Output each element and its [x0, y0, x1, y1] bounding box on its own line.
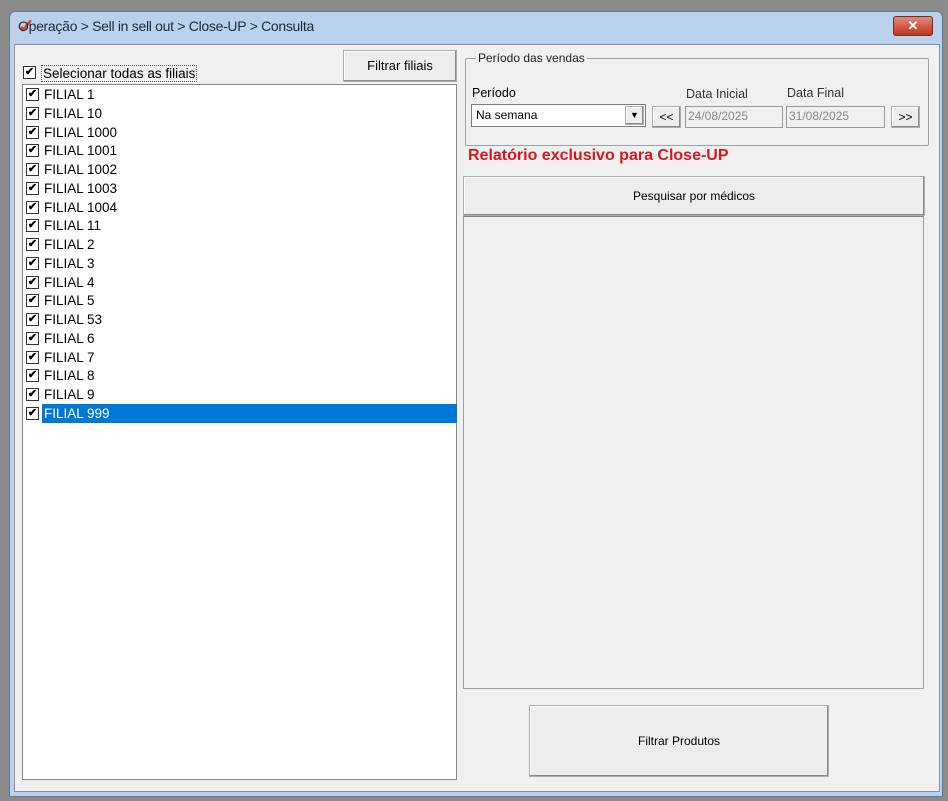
checkbox-checked-icon[interactable]: ✔ — [26, 275, 39, 289]
branch-label: FILIAL 2 — [44, 237, 95, 252]
branch-list-item[interactable]: ✔ FILIAL 1001 — [23, 141, 456, 160]
branch-list-item[interactable]: ✔ FILIAL 6 — [23, 329, 456, 348]
filter-branches-button[interactable]: Filtrar filiais — [343, 50, 457, 82]
period-select-value: Na semana — [476, 108, 538, 122]
branch-label: FILIAL 1001 — [44, 143, 118, 159]
branch-list-item[interactable]: ✔ FILIAL 1 — [23, 85, 456, 104]
check-icon: ✔ — [23, 66, 36, 79]
branch-label: FILIAL 9 — [44, 387, 95, 402]
checkbox-checked-icon[interactable]: ✔ — [26, 350, 39, 364]
branch-list-item[interactable]: ✔ FILIAL 53 — [23, 310, 456, 329]
branch-list-item[interactable]: ✔ FILIAL 999 — [23, 403, 457, 423]
checkbox-checked-icon[interactable]: ✔ — [26, 313, 39, 326]
branch-list-item[interactable]: ✔ FILIAL 1003 — [23, 179, 456, 198]
sales-period-group-label: Período das vendas — [476, 51, 587, 65]
branch-list-item[interactable]: ✔ FILIAL 1004 — [23, 198, 456, 217]
branch-label: FILIAL 53 — [44, 312, 103, 327]
branch-label: FILIAL 7 — [44, 349, 95, 365]
branch-label: FILIAL 10 — [44, 105, 103, 121]
checkbox-checked-icon[interactable]: ✔ — [26, 388, 39, 401]
close-button[interactable]: ✕ — [893, 16, 933, 36]
sales-period-group — [465, 58, 929, 146]
select-all-label[interactable]: Selecionar todas as filiais — [41, 65, 198, 82]
period-label: Período — [472, 86, 516, 100]
branch-label: FILIAL 1 — [44, 87, 95, 102]
branch-list-item[interactable]: ✔ FILIAL 10 — [23, 104, 456, 123]
branch-list-item[interactable]: ✔ FILIAL 1002 — [23, 160, 456, 179]
branch-list-item[interactable]: ✔ FILIAL 4 — [23, 273, 456, 292]
branch-list-item[interactable]: ✔ FILIAL 11 — [23, 216, 456, 235]
checkbox-checked-icon[interactable]: ✔ — [26, 163, 39, 176]
branch-list-item[interactable]: ✔ FILIAL 8 — [23, 366, 456, 385]
checkbox-checked-icon[interactable]: ✔ — [26, 181, 39, 195]
branch-label: FILIAL 999 — [42, 403, 457, 423]
previous-period-button[interactable]: << — [652, 106, 681, 128]
checkbox-checked-icon[interactable]: ✔ — [26, 256, 39, 270]
branch-label: FILIAL 1003 — [44, 180, 118, 196]
checkbox-checked-icon[interactable]: ✔ — [26, 144, 39, 158]
branch-list-item[interactable]: ✔ FILIAL 2 — [23, 235, 456, 254]
start-date-label: Data Inicial — [686, 87, 748, 101]
branch-list-item[interactable]: ✔ FILIAL 3 — [23, 254, 456, 273]
branch-label: FILIAL 11 — [44, 218, 102, 234]
checkbox-checked-icon[interactable]: ✔ — [26, 106, 39, 120]
branch-label: FILIAL 3 — [44, 255, 95, 271]
checkbox-checked-icon[interactable]: ✔ — [26, 331, 39, 345]
doctors-panel — [463, 216, 924, 689]
checkbox-checked-icon[interactable]: ✔ — [26, 369, 39, 383]
checkbox-checked-icon[interactable]: ✔ — [26, 88, 39, 101]
branch-label: FILIAL 1002 — [44, 162, 118, 177]
select-all-checkbox[interactable]: ✔ — [23, 66, 37, 80]
window-title: Operação > Sell in sell out > Close-UP >… — [18, 18, 314, 34]
branch-label: FILIAL 5 — [44, 293, 95, 309]
branch-list-item[interactable]: ✔ FILIAL 7 — [23, 348, 456, 367]
period-select[interactable]: Na semana ▼ — [471, 104, 646, 127]
checkbox-checked-icon[interactable]: ✔ — [26, 200, 39, 214]
chevron-down-icon[interactable]: ▼ — [625, 106, 644, 125]
branch-label: FILIAL 1004 — [44, 199, 118, 215]
branch-label: FILIAL 1000 — [44, 124, 118, 140]
checkbox-checked-icon[interactable]: ✔ — [26, 294, 39, 308]
branch-list-item[interactable]: ✔ FILIAL 5 — [23, 291, 456, 310]
end-date-label: Data Final — [787, 86, 844, 100]
next-period-button[interactable]: >> — [891, 106, 920, 128]
branch-list-item[interactable]: ✔ FILIAL 1000 — [23, 123, 456, 142]
branch-label: FILIAL 6 — [44, 330, 95, 346]
checkbox-checked-icon[interactable]: ✔ — [26, 219, 39, 233]
branch-list-item[interactable]: ✔ FILIAL 9 — [23, 385, 456, 404]
branch-label: FILIAL 4 — [44, 274, 95, 290]
end-date-field[interactable]: 31/08/2025 — [786, 106, 885, 128]
checkbox-checked-icon[interactable]: ✔ — [26, 125, 39, 139]
checkbox-checked-icon[interactable]: ✔ — [26, 406, 39, 420]
filter-products-button[interactable]: Filtrar Produtos — [529, 705, 829, 777]
branch-label: FILIAL 8 — [44, 368, 95, 384]
close-up-notice: Relatório exclusivo para Close-UP — [468, 147, 729, 164]
start-date-field[interactable]: 24/08/2025 — [685, 106, 783, 128]
branch-list[interactable]: ✔ FILIAL 1 ✔ FILIAL 10 ✔ FILIAL 1000 ✔ FILIAL 1… — [22, 84, 457, 780]
checkbox-checked-icon[interactable]: ✔ — [26, 238, 39, 251]
search-doctors-button[interactable]: Pesquisar por médicos — [463, 176, 925, 216]
